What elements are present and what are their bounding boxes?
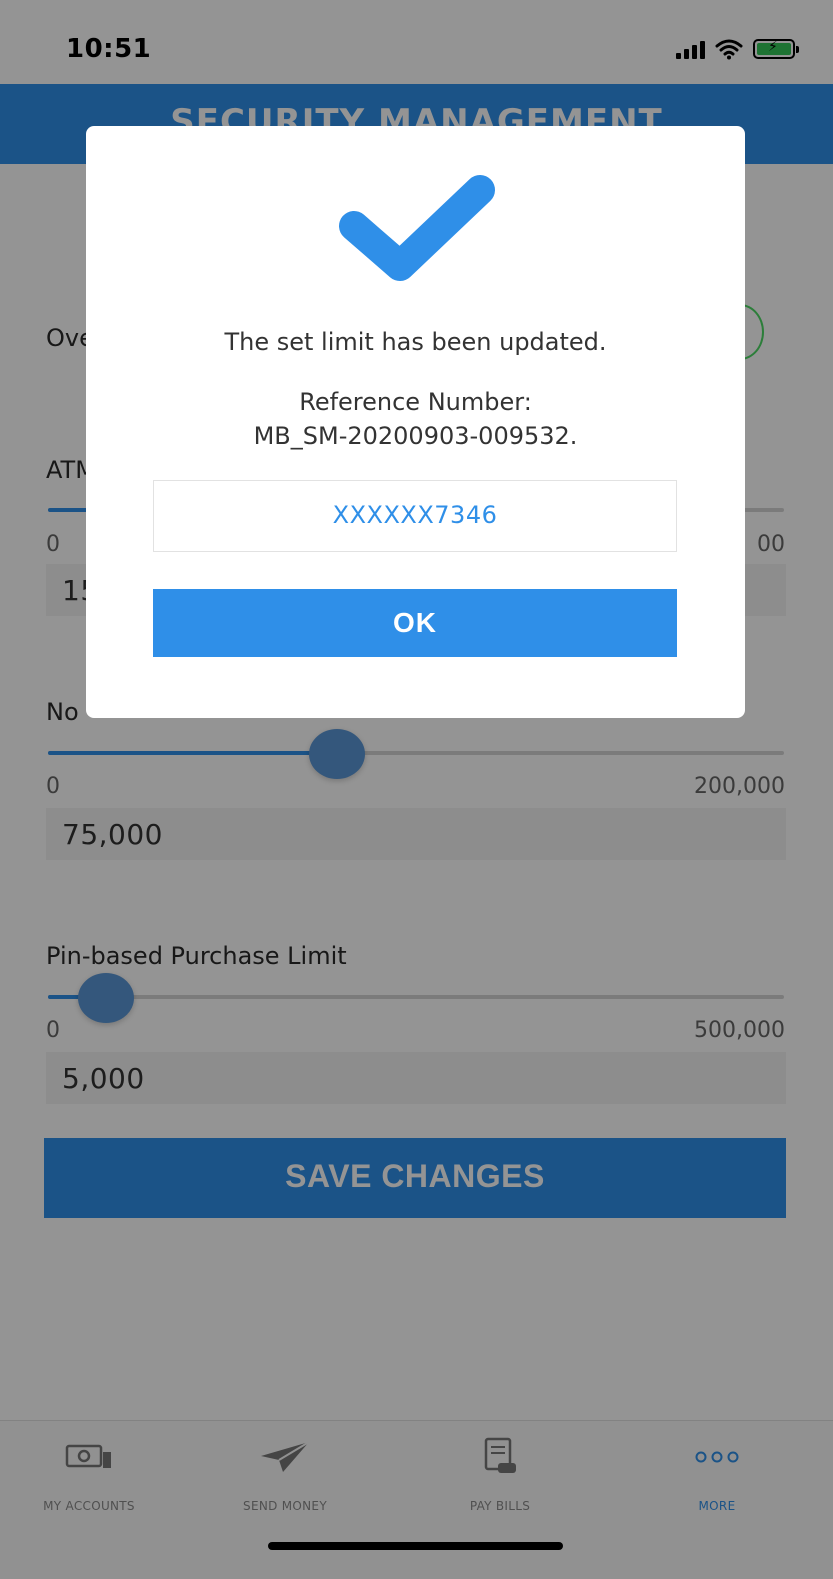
reference-number-label: Reference Number: <box>299 388 532 416</box>
ok-button[interactable]: OK <box>153 589 677 657</box>
account-number-box: XXXXXX7346 <box>153 480 677 552</box>
app-screen: 10:51 ⚡ SECURITY MANAGEMENT Ove ATM 0 00… <box>0 0 833 1579</box>
checkmark-icon <box>339 175 495 281</box>
home-indicator <box>268 1542 563 1550</box>
ok-button-label: OK <box>393 607 437 638</box>
success-dialog: The set limit has been updated. Referenc… <box>86 126 745 718</box>
success-message: The set limit has been updated. <box>224 328 607 356</box>
reference-number-value: MB_SM-20200903-009532. <box>253 422 578 450</box>
account-number-text: XXXXXX7346 <box>332 501 498 529</box>
